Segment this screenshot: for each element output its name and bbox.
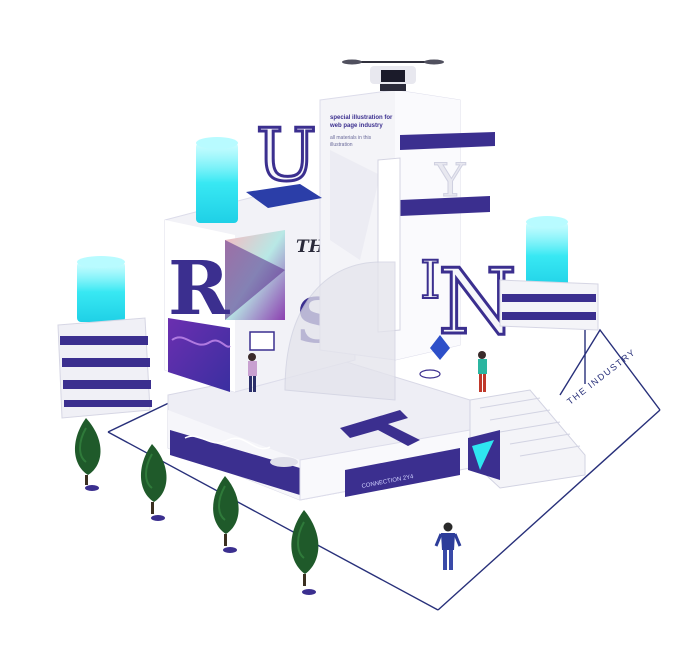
tree-4 xyxy=(291,510,319,595)
letter-u-floating: U xyxy=(246,112,322,208)
tagline-line4: illustration xyxy=(330,142,353,148)
letter-y: Y xyxy=(434,153,466,207)
letter-i: I xyxy=(420,251,441,311)
tagline-line1: special illustration for xyxy=(330,115,393,121)
purple-wave-panel xyxy=(168,318,230,392)
tagline-line2: web page industry xyxy=(329,123,383,129)
drone xyxy=(342,59,444,91)
tree-1 xyxy=(74,418,101,491)
tree-2 xyxy=(140,444,167,521)
tagline-line3: all materials in this xyxy=(330,135,372,141)
letter-r: R xyxy=(168,246,230,332)
floor-label: THE INDUSTRY xyxy=(565,347,638,407)
left-glow-top xyxy=(77,256,125,268)
person-right xyxy=(478,351,487,392)
center-glow xyxy=(196,137,238,223)
industry-illustration: THE INDUSTRY CONNECTION 2Y4 R THE S xyxy=(57,59,661,611)
left-glow-column xyxy=(77,262,125,322)
left-tower xyxy=(57,256,152,419)
letter-u: U xyxy=(256,113,317,197)
staircase xyxy=(468,389,586,489)
info-panel xyxy=(249,331,275,351)
person-bottom xyxy=(434,522,462,570)
tree-3 xyxy=(213,476,239,553)
